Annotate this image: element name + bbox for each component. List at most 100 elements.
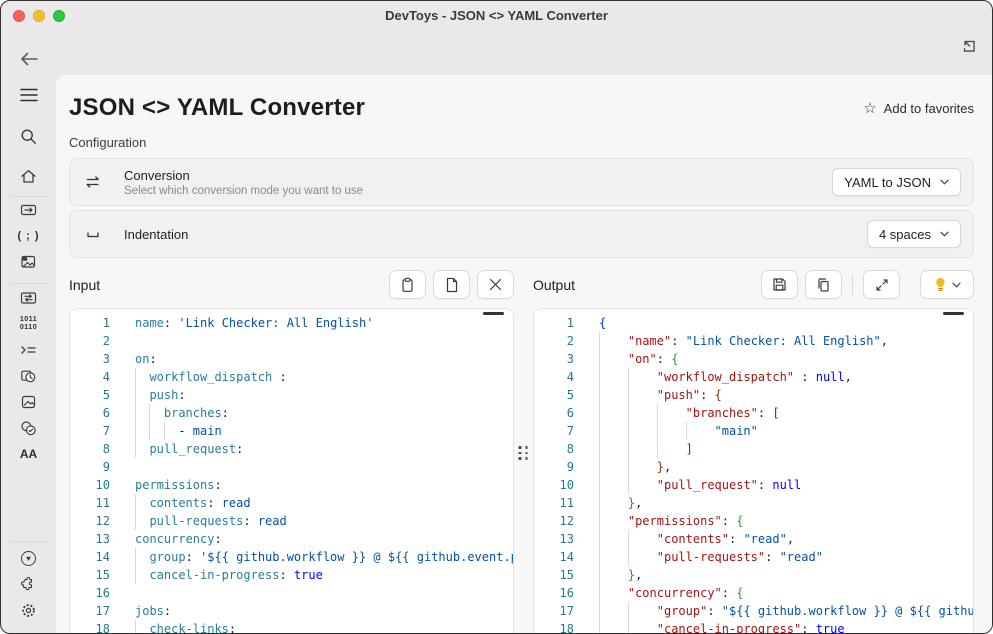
main-content: JSON <> YAML Converter ☆ Add to favorite… <box>56 75 992 633</box>
sidebar-search-button[interactable] <box>11 122 47 150</box>
generator-clock-icon <box>20 368 37 384</box>
sidebar-item-formatters[interactable] <box>11 337 47 363</box>
open-in-new-window-icon <box>960 37 978 55</box>
indent-guide <box>599 458 628 476</box>
line-number: 5 <box>534 386 574 404</box>
sidebar-item-home[interactable] <box>11 162 47 190</box>
code-line: 8] <box>534 440 973 458</box>
sidebar-item-testers[interactable] <box>11 415 47 441</box>
brackets-semicolon-icon: ( ; ) <box>17 230 39 242</box>
indent-guide <box>599 602 628 620</box>
conversion-mode-value: YAML to JSON <box>844 175 931 190</box>
sidebar-item-encoders-decoders[interactable]: 10110110 <box>11 311 47 337</box>
sidebar: ( ; ) 10110110 <box>1 31 56 633</box>
save-floppy-icon <box>772 277 787 292</box>
code-line: 16 <box>70 584 513 602</box>
line-number: 7 <box>534 422 574 440</box>
smart-detection-dropdown-button[interactable] <box>920 270 974 299</box>
indent-guide <box>628 422 657 440</box>
input-editor[interactable]: 1name: 'Link Checker: All English'23on:4… <box>69 308 514 633</box>
line-number: 15 <box>70 566 110 584</box>
sidebar-item-converters[interactable] <box>11 285 47 311</box>
sidebar-menu-button[interactable] <box>11 81 47 109</box>
expand-button[interactable] <box>863 270 900 299</box>
line-number: 5 <box>70 386 110 404</box>
sidebar-item-generators[interactable] <box>11 363 47 389</box>
indentation-title: Indentation <box>124 227 867 242</box>
indentation-select[interactable]: 4 spaces <box>867 220 961 248</box>
line-number: 13 <box>534 530 574 548</box>
text-tools-icon: AA <box>20 447 37 461</box>
sidebar-item-recent-converter[interactable] <box>11 197 47 223</box>
output-editor[interactable]: 1{2"name": "Link Checker: All English",3… <box>533 308 974 633</box>
code-line: 10"pull_request": null <box>534 476 973 494</box>
sidebar-item-settings[interactable] <box>11 597 47 623</box>
code-line: 12"permissions": { <box>534 512 973 530</box>
line-number: 2 <box>534 332 574 350</box>
clear-input-button[interactable] <box>477 270 514 299</box>
conversion-title: Conversion <box>124 168 832 183</box>
indent-guide <box>149 404 163 422</box>
code-line: 3"on": { <box>534 350 973 368</box>
indent-guide <box>599 422 628 440</box>
sidebar-item-text[interactable]: AA <box>11 441 47 467</box>
chevron-down-icon <box>940 179 949 185</box>
recent-tool-card-icon <box>20 202 37 218</box>
code-line: 6"branches": [ <box>534 404 973 422</box>
code-line: 3on: <box>70 350 513 368</box>
conversion-mode-select[interactable]: YAML to JSON <box>832 168 961 196</box>
line-number: 4 <box>70 368 110 386</box>
output-code: 1{2"name": "Link Checker: All English",3… <box>534 309 973 633</box>
code-line: 8pull_request: <box>70 440 513 458</box>
indent-guide <box>628 476 657 494</box>
page-title: JSON <> YAML Converter <box>69 94 365 122</box>
panel-resize-handle[interactable] <box>519 446 528 460</box>
line-number: 4 <box>534 368 574 386</box>
indent-guide <box>628 602 657 620</box>
sidebar-item-recent-brackets[interactable]: ( ; ) <box>11 223 47 249</box>
indent-guide <box>628 368 657 386</box>
sidebar-item-extensions[interactable] <box>11 571 47 597</box>
line-number: 18 <box>534 620 574 633</box>
line-number: 11 <box>70 494 110 512</box>
code-line: 16"concurrency": { <box>534 584 973 602</box>
add-to-favorites-button[interactable]: ☆ Add to favorites <box>863 101 974 116</box>
indent-guide <box>599 494 628 512</box>
window-titlebar: DevToys - JSON <> YAML Converter <box>1 1 992 31</box>
input-scrollbar[interactable] <box>483 312 504 315</box>
open-file-button[interactable] <box>433 270 470 299</box>
indent-guide <box>135 368 149 386</box>
line-number: 10 <box>534 476 574 494</box>
indent-guide <box>599 440 628 458</box>
open-in-new-window-button[interactable] <box>960 37 980 57</box>
paste-button[interactable] <box>389 270 426 299</box>
line-number: 13 <box>70 530 110 548</box>
save-button[interactable] <box>761 270 798 299</box>
converters-icon <box>20 290 37 306</box>
close-icon <box>489 278 502 291</box>
star-icon: ☆ <box>863 101 876 116</box>
sidebar-item-recent-image-tool[interactable] <box>11 249 47 275</box>
testers-check-icon <box>20 420 37 436</box>
copy-button[interactable] <box>805 270 842 299</box>
sidebar-item-sponsor[interactable]: ♥ <box>11 545 47 571</box>
code-line: 6branches: <box>70 404 513 422</box>
window-title: DevToys - JSON <> YAML Converter <box>1 1 992 31</box>
indent-guide <box>599 332 628 350</box>
line-number: 18 <box>70 620 110 633</box>
code-line: 7- main <box>70 422 513 440</box>
indent-guide <box>149 422 163 440</box>
file-icon <box>445 277 459 293</box>
line-number: 10 <box>70 476 110 494</box>
indent-guide <box>599 620 628 633</box>
indent-guide <box>599 512 628 530</box>
binary-icon: 10110110 <box>20 316 37 332</box>
sidebar-item-graphic[interactable] <box>11 389 47 415</box>
indentation-setting-card: Indentation 4 spaces <box>69 210 974 258</box>
line-number: 1 <box>70 314 110 332</box>
indent-guide <box>135 512 149 530</box>
line-number: 6 <box>534 404 574 422</box>
output-scrollbar[interactable] <box>943 312 964 315</box>
code-line: 5"push": { <box>534 386 973 404</box>
line-number: 16 <box>70 584 110 602</box>
